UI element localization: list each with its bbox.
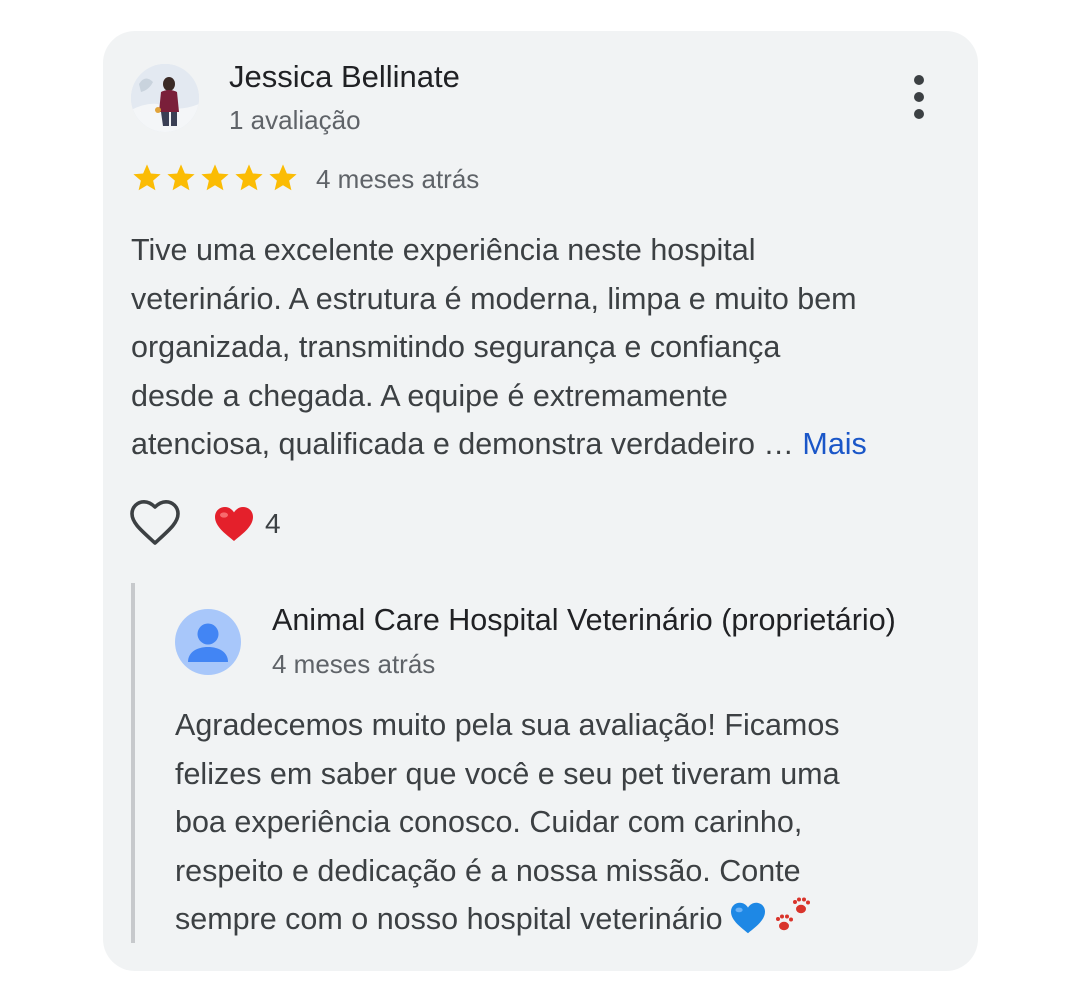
star-icon [269, 164, 297, 191]
person-icon [188, 623, 228, 662]
reviewer-name[interactable]: Jessica Bellinate [229, 59, 460, 95]
more-vert-icon-dot [914, 92, 924, 102]
paw-prints-icon [773, 895, 813, 950]
star-icon [167, 164, 195, 191]
owner-name: Animal Care Hospital Veterinário (propri… [272, 603, 896, 637]
review-date: 4 meses atrás [316, 164, 480, 194]
reply-text-line: sempre com o nosso hospital veterinário [175, 902, 723, 936]
owner-reply-date: 4 meses atrás [272, 649, 436, 679]
reactions-summary[interactable]: 4 [213, 505, 281, 543]
review-text-line: atenciosa, qualificada e demonstra verda… [131, 427, 794, 461]
more-options-button[interactable] [899, 75, 939, 119]
reviewer-avatar[interactable] [131, 64, 199, 132]
more-vert-icon-dot [914, 109, 924, 119]
owner-reply-text: Agradecemos muito pela sua avaliação! Fi… [175, 701, 965, 950]
reply-text-line: boa experiência conosco. Cuidar com cari… [175, 805, 803, 839]
star-icon [133, 164, 161, 191]
review-text-line: desde a chegada. A equipe é extremamente [131, 378, 728, 413]
avatar-photo [131, 64, 199, 132]
blue-heart-icon [729, 901, 767, 950]
owner-avatar [175, 609, 241, 675]
red-heart-icon [215, 507, 253, 541]
star-rating [131, 162, 299, 194]
review-card: Jessica Bellinate 1 avaliação 4 meses at… [103, 31, 978, 971]
like-button[interactable] [129, 499, 181, 547]
review-text: Tive uma excelente experiência neste hos… [131, 226, 966, 469]
reply-text-line: felizes em saber que você e seu pet tive… [175, 756, 840, 791]
review-text-line: organizada, transmitindo segurança e con… [131, 330, 781, 364]
heart-outline-icon [130, 500, 180, 545]
review-text-line: veterinário. A estrutura é moderna, limp… [131, 281, 857, 316]
reply-text-line-last: sempre com o nosso hospital veterinário [175, 895, 965, 950]
reply-divider [131, 583, 135, 943]
reply-text-line: Agradecemos muito pela sua avaliação! Fi… [175, 708, 840, 742]
star-icon [201, 164, 229, 191]
star-icon [235, 164, 263, 191]
read-more-link[interactable]: Mais [802, 427, 866, 461]
reaction-count: 4 [265, 508, 281, 539]
review-text-line: Tive uma excelente experiência neste hos… [131, 233, 756, 267]
more-vert-icon [914, 75, 924, 85]
reviewer-review-count: 1 avaliação [229, 105, 361, 135]
review-text-line-last: atenciosa, qualificada e demonstra verda… [131, 420, 966, 469]
reply-text-line: respeito e dedicação é a nossa missão. C… [175, 853, 801, 888]
